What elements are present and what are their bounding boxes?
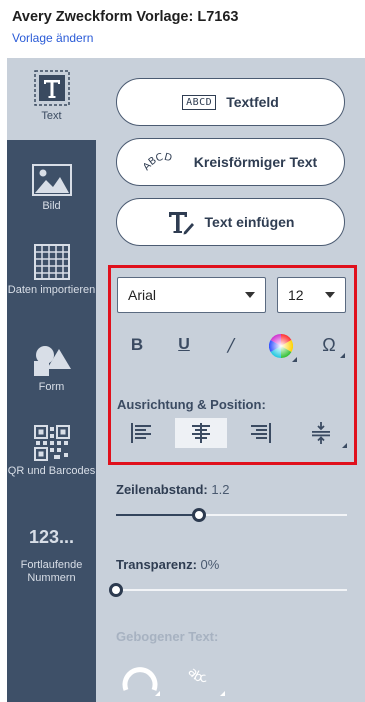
vertical-position-button[interactable] [295,418,347,448]
dropdown-corner-icon [342,443,347,448]
align-right-icon [251,423,271,443]
textfield-button[interactable]: ABCD Textfeld [116,78,345,126]
sidebar-item-label: Daten importieren [7,284,96,296]
font-size-select[interactable]: 12 [277,277,346,313]
text-edit-icon [168,212,194,235]
transparency-value: 0% [200,557,220,572]
header: Avery Zweckform Vorlage: L7163 Vorlage ä… [0,0,365,56]
page-title: Avery Zweckform Vorlage: L7163 [12,9,239,25]
align-left-button[interactable] [116,418,168,448]
image-icon [31,164,72,196]
text-color-button[interactable] [265,330,297,362]
numbering-icon: 123... [28,527,75,547]
sidebar-item-label: Fortlaufende Nummern [20,559,83,584]
line-spacing-slider-fill [116,514,200,516]
sidebar-item-text[interactable]: Text [7,58,96,140]
arc-icon [122,667,160,696]
svg-text:abc: abc [184,665,207,686]
align-center-icon [192,423,210,443]
circular-text-button[interactable]: ABCD Kreisförmiger Text [116,138,345,186]
line-spacing-title: Zeilenabstand: [116,482,208,497]
svg-text:ABCD: ABCD [144,152,173,173]
special-characters-button[interactable]: Ω [313,332,345,358]
curve-down-button[interactable]: abc [180,656,225,696]
omega-icon: Ω [322,334,336,355]
dropdown-corner-icon [340,353,345,358]
sidebar-item-label: Form [38,381,65,393]
align-left-icon [131,423,151,443]
sidebar-item-label: Text [41,110,62,122]
shapes-icon [33,346,71,376]
font-size-value: 12 [288,287,304,303]
dropdown-corner-icon [292,357,297,362]
bold-button[interactable]: B [123,332,151,358]
align-right-button[interactable] [234,418,286,448]
textfield-label: Textfeld [226,94,279,110]
transparency-slider-track[interactable] [116,589,347,591]
sidebar: Text Bild Daten importieren Form QR und … [7,58,96,702]
vertical-align-icon [312,422,330,444]
sidebar-item-shape[interactable]: Form [7,345,96,394]
sidebar-item-numbering[interactable]: 123... Fortlaufende Nummern [7,523,96,585]
qr-code-icon [33,425,70,461]
insert-text-button[interactable]: Text einfügen [116,198,345,246]
alignment-title: Ausrichtung & Position: [117,397,266,412]
chevron-down-icon [325,292,335,298]
text-icon [33,70,70,106]
circular-text-icon: ABCD [144,152,173,173]
font-family-select[interactable]: Arial [117,277,266,313]
color-wheel-icon [269,334,293,358]
align-center-button[interactable] [175,418,227,448]
sidebar-item-label: QR und Barcodes [7,465,96,477]
italic-button[interactable]: / [217,332,245,358]
sidebar-item-label: Bild [42,200,61,212]
grid-icon [33,244,70,280]
transparency-title: Transparenz: [116,557,197,572]
sidebar-item-data-import[interactable]: Daten importieren [7,244,96,297]
circular-text-label: Kreisförmiger Text [193,154,318,170]
curved-text-label: Gebogener Text: [116,629,219,644]
underline-button[interactable]: U [170,332,198,358]
line-spacing-value: 1.2 [211,482,230,497]
change-template-link[interactable]: Vorlage ändern [12,31,93,45]
chevron-down-icon [245,292,255,298]
curve-up-button[interactable] [120,656,160,696]
textbox-icon: ABCD [182,94,217,110]
insert-text-label: Text einfügen [204,214,295,230]
transparency-label: Transparenz: 0% [116,557,219,572]
curved-text-down-icon: abc [184,665,225,696]
sidebar-item-image[interactable]: Bild [7,164,96,213]
sidebar-item-qr[interactable]: QR und Barcodes [7,425,96,478]
font-family-value: Arial [128,287,157,303]
line-spacing-slider-track[interactable] [116,514,347,516]
transparency-slider-thumb[interactable] [109,583,123,597]
line-spacing-label: Zeilenabstand: 1.2 [116,482,229,497]
